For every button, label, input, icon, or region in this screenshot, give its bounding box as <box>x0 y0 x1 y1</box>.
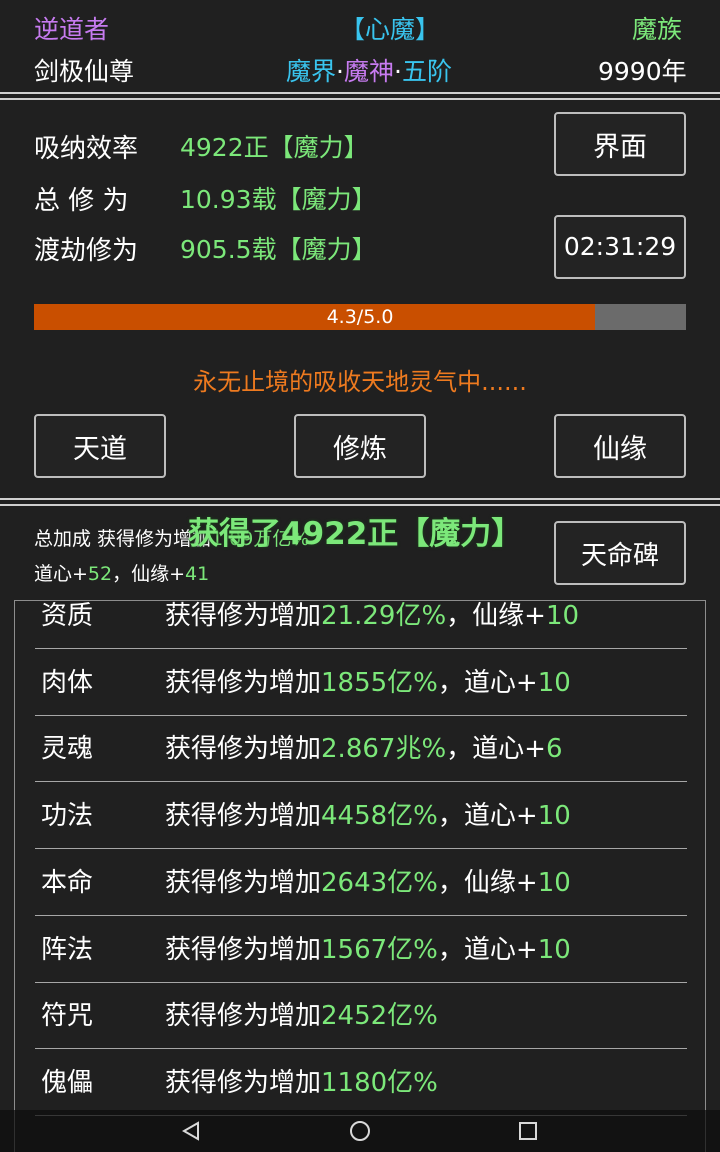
list-item[interactable]: 肉体 获得修为增加1855亿%，道心+10 <box>35 650 687 716</box>
list-item-bonus-value: 6 <box>545 734 563 765</box>
list-item-bonus-label: ，道心+ <box>437 667 538 698</box>
daoxin-value: 52 <box>87 563 113 585</box>
list-item-name: 肉体 <box>41 667 94 698</box>
total-bonus-label: 总加成 获得修为增加 <box>34 528 212 550</box>
xianyuan-label: 仙缘+ <box>131 563 186 585</box>
list-item-description: 获得修为增加1855亿%，道心+10 <box>165 650 571 716</box>
divider <box>0 498 720 500</box>
list-item-name: 灵魂 <box>41 734 94 765</box>
cultivation-progress-bar: 4.3/5.0 <box>34 304 686 330</box>
race-label: 魔族 <box>632 15 683 44</box>
list-item[interactable]: 功法 获得修为增加4458亿%，道心+10 <box>35 783 687 850</box>
tribulation-label: 渡劫修为 <box>34 236 139 266</box>
list-item-description: 获得修为增加1180亿% <box>165 1050 438 1116</box>
list-item[interactable]: 阵法 获得修为增加1567亿%，道心+10 <box>35 917 687 983</box>
list-item-bonus-label: ，道心+ <box>446 734 546 765</box>
realm-rank: 魔神 <box>343 57 394 86</box>
xianyuan-button[interactable]: 仙缘 <box>554 414 686 478</box>
cultivate-button[interactable]: 修炼 <box>294 414 426 478</box>
state-badge: 【心魔】 <box>340 15 441 44</box>
daoxin-label: 道心+ <box>34 563 88 585</box>
list-item-prefix: 获得修为增加 <box>165 801 322 832</box>
attribute-list[interactable]: 资质 获得修为增加21.29亿%，仙缘+10 肉体 获得修为增加1855亿%，道心+1… <box>14 600 706 1152</box>
list-item-prefix: 获得修为增加 <box>165 667 322 698</box>
list-item-name: 傀儡 <box>41 1067 94 1098</box>
list-item-value: 4458亿% <box>321 801 438 832</box>
progress-text: 4.3/5.0 <box>326 306 394 328</box>
list-item-bonus-value: 10 <box>537 867 571 898</box>
list-item-value: 2.867兆% <box>321 734 447 765</box>
realm-dot: · <box>393 57 402 86</box>
back-icon[interactable] <box>180 1120 202 1142</box>
list-item[interactable]: 灵魂 获得修为增加2.867兆%，道心+6 <box>35 716 687 783</box>
separator: ， <box>112 563 132 585</box>
realm-stage: 五阶 <box>401 57 452 86</box>
interface-button[interactable]: 界面 <box>554 112 686 176</box>
list-item-prefix: 获得修为增加 <box>165 867 322 898</box>
list-item-description: 获得修为增加21.29亿%，仙缘+10 <box>165 601 580 649</box>
status-message: 永无止境的吸收天地灵气中...... <box>193 368 527 396</box>
realm-dot: · <box>336 57 344 86</box>
divider <box>0 92 720 94</box>
list-item-description: 获得修为增加2643亿%，仙缘+10 <box>165 850 571 916</box>
list-item-name: 资质 <box>41 601 94 631</box>
list-item-bonus-value: 10 <box>537 667 571 698</box>
list-item-prefix: 获得修为增加 <box>165 1067 322 1098</box>
list-item-value: 1855亿% <box>321 667 438 698</box>
list-item-prefix: 获得修为增加 <box>165 934 322 965</box>
realm: 魔界·魔神·五阶 <box>286 52 452 88</box>
list-item-prefix: 获得修为增加 <box>165 734 322 765</box>
home-icon[interactable] <box>349 1120 371 1142</box>
total-cultivation-label: 总 修 为 <box>34 186 129 216</box>
tiandao-button[interactable]: 天道 <box>34 414 166 478</box>
tribulation-value: 905.5载【魔力】 <box>180 235 377 264</box>
list-item-bonus-value: 10 <box>537 801 571 832</box>
player-title: 剑极仙尊 <box>34 57 135 86</box>
list-item-bonus-label: ，仙缘+ <box>446 601 546 631</box>
list-item-name: 本命 <box>41 867 94 898</box>
list-item-name: 符咒 <box>41 1001 94 1032</box>
list-item-bonus-label: ，道心+ <box>437 801 538 832</box>
list-item[interactable]: 符咒 获得修为增加2452亿% <box>35 983 687 1050</box>
list-item[interactable]: 本命 获得修为增加2643亿%，仙缘+10 <box>35 850 687 916</box>
list-item[interactable]: 资质 获得修为增加21.29亿%，仙缘+10 <box>35 601 687 649</box>
absorb-value: 4922正【魔力】 <box>180 133 369 162</box>
list-item-value: 1180亿% <box>321 1067 438 1098</box>
list-item[interactable]: 傀儡 获得修为增加1180亿% <box>35 1050 687 1116</box>
header: 逆道者 【心魔】 魔族 剑极仙尊 魔界·魔神·五阶 9990年 <box>0 0 720 96</box>
xianyuan-value: 41 <box>185 563 210 585</box>
list-item-bonus-value: 10 <box>545 601 580 631</box>
divider <box>0 504 720 506</box>
gain-toast: 获得了4922正【魔力】 <box>188 516 523 552</box>
divider <box>0 98 720 100</box>
tianmingbei-button[interactable]: 天命碑 <box>554 521 686 585</box>
list-item-name: 功法 <box>41 801 94 832</box>
attribute-summary: 道心+52，仙缘+41 <box>34 559 209 586</box>
list-item-bonus-label: ，仙缘+ <box>437 867 538 898</box>
list-item-description: 获得修为增加1567亿%，道心+10 <box>165 917 571 983</box>
absorb-label: 吸纳效率 <box>34 134 139 164</box>
list-item-value: 2452亿% <box>321 1001 438 1032</box>
list-item-prefix: 获得修为增加 <box>165 601 322 631</box>
list-item-value: 2643亿% <box>321 867 438 898</box>
system-nav-bar <box>0 1110 720 1152</box>
list-item-prefix: 获得修为增加 <box>165 1001 322 1032</box>
list-item-name: 阵法 <box>41 934 94 965</box>
list-item-description: 获得修为增加2452亿% <box>165 983 438 1049</box>
list-item-bonus-label: ，道心+ <box>437 934 538 965</box>
list-item-description: 获得修为增加2.867兆%，道心+6 <box>165 716 563 782</box>
list-item-description: 获得修为增加4458亿%，道心+10 <box>165 783 571 849</box>
timer-display: 02:31:29 <box>554 215 686 279</box>
list-item-bonus-value: 10 <box>537 934 571 965</box>
age-years: 9990年 <box>598 57 687 86</box>
realm-world: 魔界 <box>286 57 337 86</box>
list-item-value: 1567亿% <box>321 934 438 965</box>
list-item-value: 21.29亿% <box>321 601 447 631</box>
recents-icon[interactable] <box>517 1120 539 1142</box>
total-cultivation-value: 10.93载【魔力】 <box>180 185 377 214</box>
player-name: 逆道者 <box>34 15 110 44</box>
